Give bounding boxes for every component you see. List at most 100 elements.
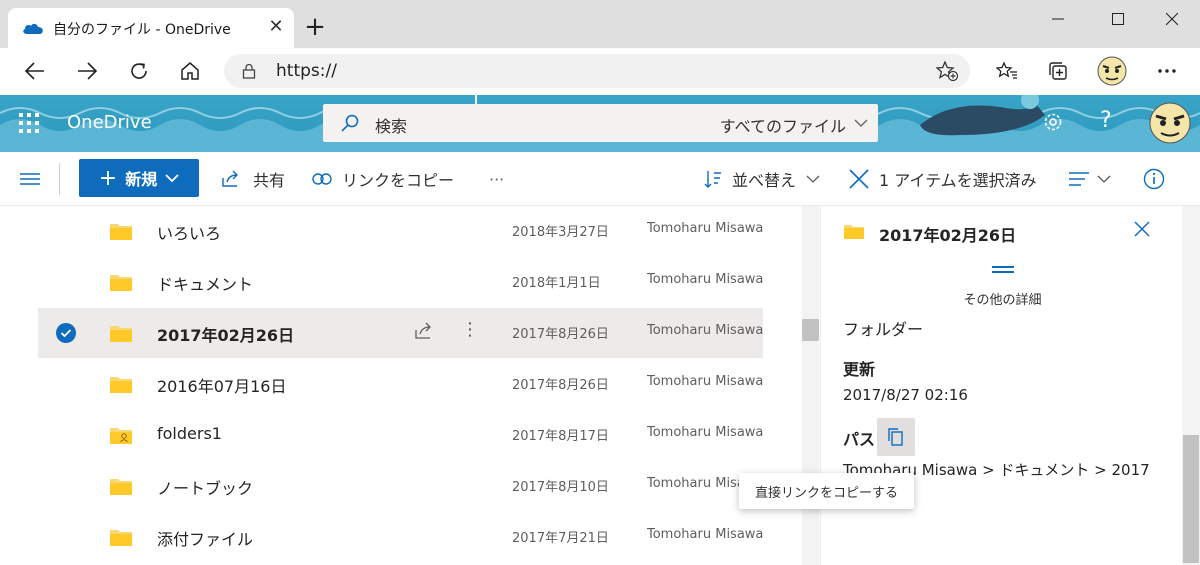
add-favorite-icon[interactable] — [936, 61, 958, 81]
search-scope-dropdown[interactable]: すべてのファイル — [720, 113, 846, 137]
close-icon[interactable] — [1134, 221, 1150, 237]
info-pane-button[interactable] — [1143, 152, 1165, 206]
file-modified-by: Tomoharu Misawa — [647, 374, 763, 389]
view-options-button[interactable] — [1069, 152, 1111, 206]
maximize-icon — [1112, 13, 1124, 25]
copy-link-label: リンクをコピー — [342, 171, 455, 190]
more-dots-icon — [1158, 69, 1176, 73]
avatar-face-icon — [1097, 56, 1127, 86]
checkmark-icon[interactable] — [56, 323, 76, 343]
file-modified: 2017年7月21日 — [512, 531, 609, 546]
copy-path-button[interactable] — [877, 418, 915, 456]
tab-close-icon[interactable]: ✕ — [266, 17, 286, 37]
updated-heading: 更新 — [843, 360, 876, 379]
folder-icon — [109, 374, 133, 398]
folder-icon — [109, 221, 133, 245]
maximize-button[interactable] — [1098, 8, 1138, 32]
file-name[interactable]: ドキュメント — [157, 271, 253, 295]
copy-path-tooltip: 直接リンクをコピーする — [739, 473, 914, 509]
file-row[interactable]: 2017年02月26日 ⋮ 2017年8月26日 Tomoharu Misawa — [38, 308, 763, 358]
share-label: 共有 — [253, 171, 286, 190]
search-box[interactable]: 検索 すべてのファイル — [323, 104, 878, 142]
share-button[interactable]: 共有 — [221, 152, 285, 206]
file-modified: 2018年3月27日 — [512, 225, 609, 240]
address-bar[interactable]: https:// — [224, 54, 970, 88]
gear-icon[interactable] — [1042, 111, 1064, 133]
details-title: 2017年02月26日 — [879, 226, 1017, 245]
file-row[interactable]: 2016年07月16日 2017年8月26日 Tomoharu Misawa — [38, 359, 763, 409]
share-icon — [222, 170, 238, 187]
file-modified-by: Tomoharu Misawa — [647, 221, 763, 236]
close-window-button[interactable] — [1152, 8, 1192, 32]
favorites-icon — [996, 61, 1017, 79]
new-tab-button[interactable]: + — [302, 14, 328, 41]
file-modified: 2017年8月17日 — [512, 429, 609, 444]
close-icon — [849, 169, 869, 189]
details-scrollbar[interactable] — [1182, 206, 1200, 565]
nav-menu-button[interactable] — [20, 152, 40, 206]
new-button[interactable]: + 新規 — [79, 159, 199, 197]
folder-icon — [109, 272, 133, 296]
folder-icon — [109, 323, 133, 347]
file-row[interactable]: いろいろ 2018年3月27日 Tomoharu Misawa — [38, 206, 763, 256]
more-commands-button[interactable]: ··· — [489, 152, 504, 206]
file-name[interactable]: ノートブック — [157, 475, 253, 499]
file-name[interactable]: いろいろ — [157, 220, 221, 244]
file-name[interactable]: 2017年02月26日 — [157, 322, 294, 346]
more-details-icon[interactable] — [992, 266, 1014, 273]
home-button[interactable] — [175, 56, 205, 86]
minimize-icon — [1052, 18, 1064, 20]
browser-title-bar: 自分のファイル - OneDrive ✕ + — [0, 0, 1200, 48]
file-row[interactable]: folders1 2017年8月17日 Tomoharu Misawa — [38, 410, 763, 460]
sort-label: 並べ替え — [732, 171, 797, 190]
minimize-button[interactable] — [1038, 8, 1078, 32]
copy-link-button[interactable]: リンクをコピー — [312, 152, 454, 206]
browser-toolbar: https:// — [0, 48, 1200, 95]
copy-icon — [888, 428, 903, 446]
details-pane: 2017年02月26日 その他の詳細 フォルダー 更新 2017/8/27 02… — [820, 206, 1200, 565]
onedrive-brand[interactable]: OneDrive — [67, 112, 152, 133]
help-icon[interactable]: ? — [1100, 108, 1112, 133]
chevron-down-icon — [854, 119, 868, 127]
more-details-link[interactable]: その他の詳細 — [821, 289, 1184, 308]
favorites-button[interactable] — [992, 56, 1022, 86]
more-vertical-icon[interactable]: ⋮ — [461, 319, 479, 340]
shared-folder-icon — [109, 425, 133, 449]
file-modified-by: Tomoharu Misawa — [647, 272, 763, 287]
command-bar: + 新規 共有 リンクをコピー ··· 並べ替え 1 アイテムを選択済み — [0, 152, 1200, 206]
search-icon — [341, 114, 359, 132]
back-button[interactable] — [20, 56, 50, 86]
file-modified-by: Tomoharu Misawa — [647, 323, 763, 338]
hamburger-icon — [20, 173, 40, 185]
new-button-label: 新規 — [125, 170, 158, 189]
collections-button[interactable] — [1043, 56, 1073, 86]
file-name[interactable]: folders1 — [157, 424, 222, 443]
folder-icon — [844, 225, 864, 239]
tab-title: 自分のファイル - OneDrive — [53, 22, 231, 38]
forward-button[interactable] — [72, 56, 102, 86]
file-list-scrollbar[interactable] — [802, 206, 819, 565]
browser-tab[interactable]: 自分のファイル - OneDrive ✕ — [8, 8, 294, 48]
refresh-button[interactable] — [124, 56, 154, 86]
file-name[interactable]: 添付ファイル — [157, 526, 253, 550]
sort-button[interactable]: 並べ替え — [704, 152, 820, 206]
profile-avatar[interactable] — [1096, 55, 1128, 87]
settings-more-button[interactable] — [1152, 56, 1182, 86]
app-launcher-icon[interactable] — [18, 112, 40, 134]
file-row[interactable]: ドキュメント 2018年1月1日 Tomoharu Misawa — [38, 257, 763, 307]
updated-value: 2017/8/27 02:16 — [843, 386, 968, 404]
url-text: https:// — [276, 61, 337, 81]
sort-icon — [704, 171, 721, 188]
file-row[interactable]: 添付ファイル 2017年7月21日 Tomoharu Misawa — [38, 512, 763, 562]
clear-selection-button[interactable]: 1 アイテムを選択済み — [849, 152, 1037, 206]
share-icon[interactable] — [414, 322, 434, 344]
file-modified-by: Tomoharu Misawa — [647, 425, 763, 440]
forward-arrow-icon — [78, 62, 97, 80]
back-arrow-icon — [25, 62, 44, 80]
scrollbar-thumb[interactable] — [802, 319, 819, 341]
file-modified: 2017年8月26日 — [512, 327, 609, 342]
file-row[interactable]: ノートブック 2017年8月10日 Tomoharu Misa — [38, 461, 763, 511]
file-name[interactable]: 2016年07月16日 — [157, 373, 286, 397]
scrollbar-thumb[interactable] — [1183, 435, 1199, 563]
account-avatar[interactable] — [1146, 99, 1194, 147]
